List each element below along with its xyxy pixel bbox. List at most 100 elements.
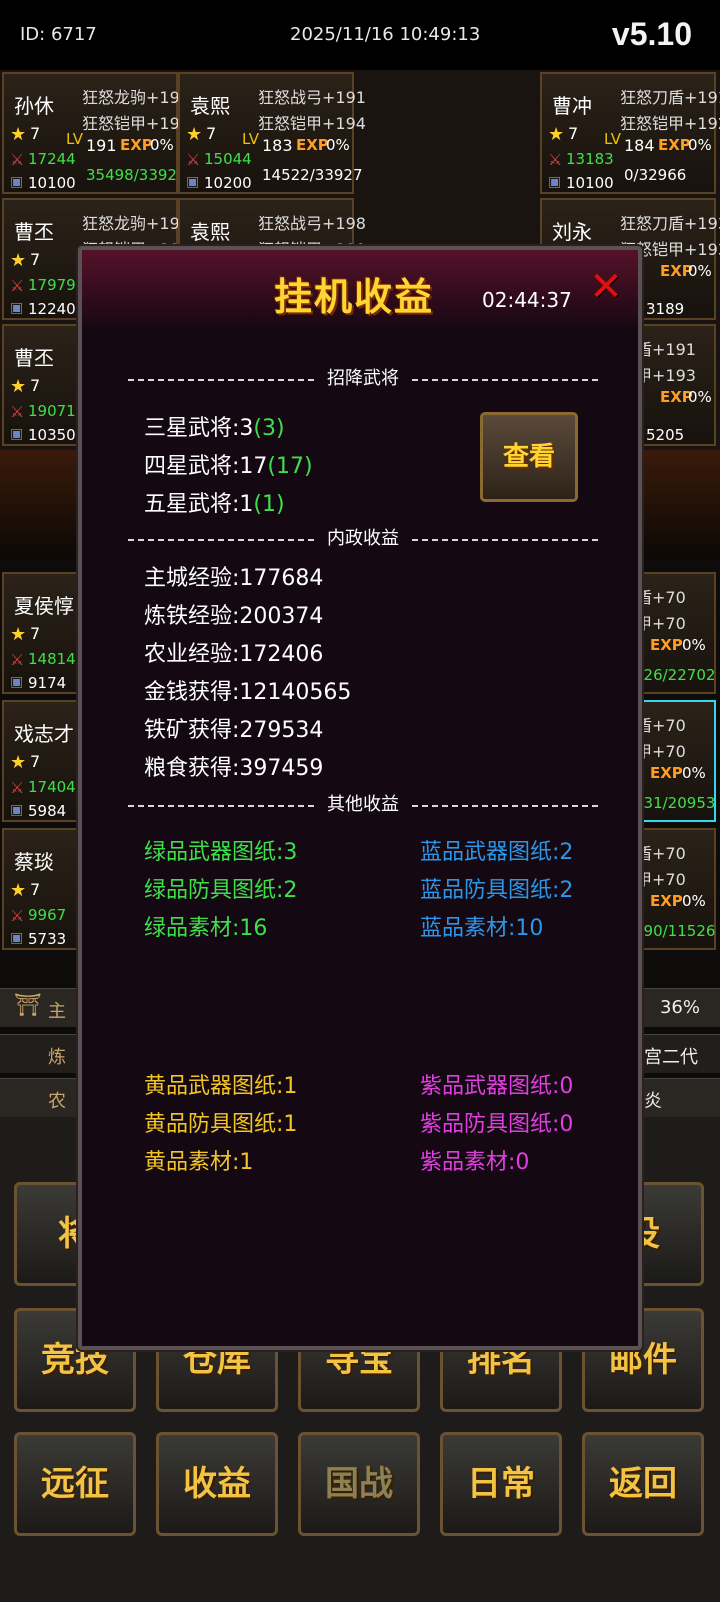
equip-1: 狂怒刀盾+193	[620, 214, 720, 233]
domestic-item: 主城经验:177684	[144, 566, 324, 591]
star-count: 7	[30, 624, 41, 643]
attack-value: 14814	[28, 650, 76, 668]
star-count: 7	[206, 124, 217, 143]
exp-progress: 526/22702	[634, 666, 716, 684]
hero-name: 刘永	[552, 220, 592, 244]
star-count: 7	[30, 880, 41, 899]
hero-name: 曹丕	[14, 346, 54, 370]
city-icon: ⛩	[14, 993, 42, 1018]
close-icon[interactable]: ✕	[588, 267, 624, 307]
menu-button-back[interactable]: 返回	[582, 1432, 704, 1536]
armor-icon: ▣	[10, 802, 24, 818]
defense-value: 5205	[646, 426, 685, 444]
timestamp: 2025/11/16 10:49:13	[290, 24, 481, 45]
star-count: 7	[30, 752, 41, 771]
hero-name: 袁熙	[190, 220, 230, 244]
star-count: 7	[30, 376, 41, 395]
sword-icon: ⚔	[10, 906, 25, 925]
star-icon: ★	[10, 624, 27, 645]
exp-label: EXP	[650, 892, 683, 910]
three-star-line: 三星武将:3(3)	[144, 410, 285, 442]
sword-icon: ⚔	[10, 778, 25, 797]
five-star-line: 五星武将:1(1)	[144, 486, 285, 518]
yellow-loot-item: 黄品素材:1	[144, 1150, 254, 1175]
domestic-item: 炼铁经验:200374	[144, 604, 324, 629]
star-icon: ★	[10, 250, 27, 271]
four-star-count: 四星武将:17	[144, 454, 268, 479]
attack-value: 17404	[28, 778, 76, 796]
idle-timer: 02:44:37	[482, 288, 572, 312]
section-header-domestic: 内政收益	[128, 526, 598, 552]
four-star-new: (17)	[267, 454, 313, 479]
lv-label: LV	[604, 130, 621, 148]
status-row2-label: 炼	[48, 1047, 66, 1068]
armor-icon: ▣	[10, 174, 24, 190]
attack-value: 17979	[28, 276, 76, 294]
exp-progress: 0/32966	[624, 166, 687, 184]
exp-value: 0%	[150, 136, 174, 154]
attack-value: 17244	[28, 150, 76, 168]
lv-label: LV	[242, 130, 259, 148]
exp-value: 0%	[688, 388, 712, 406]
star-count: 7	[30, 124, 41, 143]
defense-value: 10200	[204, 174, 252, 192]
menu-button-expedition[interactable]: 远征	[14, 1432, 136, 1536]
defense-value: 10100	[566, 174, 614, 192]
hero-card[interactable]: 曹冲 狂怒刀盾+191 狂怒铠甲+192 ★ 7 LV 184 EXP 0% ⚔…	[540, 72, 720, 194]
four-star-line: 四星武将:17(17)	[144, 448, 313, 480]
domestic-item: 铁矿获得:279534	[144, 718, 324, 743]
equip-1: 狂怒龙驹+193	[82, 88, 190, 107]
sword-icon: ⚔	[10, 402, 25, 421]
defense-value: 10100	[28, 174, 76, 192]
star-icon: ★	[10, 124, 27, 145]
exp-progress: 731/20953	[634, 794, 716, 812]
exp-label: EXP	[658, 136, 691, 154]
armor-icon: ▣	[10, 674, 24, 690]
equip-2: 狂怒铠甲+192	[82, 114, 190, 133]
view-button[interactable]: 查看	[480, 412, 578, 502]
yellow-loot-item: 黄品武器图纸:1	[144, 1074, 298, 1099]
equip-1: 狂怒龙驹+191	[82, 214, 190, 233]
armor-icon: ▣	[10, 300, 24, 316]
attack-value: 19071	[28, 402, 76, 420]
level: 183	[262, 136, 293, 155]
exp-progress: 14522/33927	[262, 166, 363, 184]
dialog-title: 挂机收益	[274, 274, 435, 319]
status-bar: ID: 6717 2025/11/16 10:49:13 v5.10	[0, 0, 720, 70]
lv-label: LV	[66, 130, 83, 148]
idle-income-dialog: 挂机收益 02:44:37 ✕ 招降武将 三星武将:3(3) 四星武将:17(1…	[78, 246, 642, 1350]
status-row3-right: 炎	[644, 1091, 662, 1112]
domestic-item: 农业经验:172406	[144, 642, 324, 667]
sword-icon: ⚔	[10, 650, 25, 669]
sword-icon: ⚔	[548, 150, 563, 169]
exp-value: 0%	[688, 262, 712, 280]
menu-button-nation-war[interactable]: 国战	[298, 1432, 420, 1536]
exp-label: EXP	[296, 136, 329, 154]
status-main-label: 主	[48, 1001, 66, 1022]
hero-card[interactable]: 袁熙 狂怒战弓+191 狂怒铠甲+194 ★ 7 LV 183 EXP 0% ⚔…	[178, 72, 366, 194]
equip-1: 狂怒刀盾+191	[620, 88, 720, 107]
star-icon: ★	[548, 124, 565, 145]
player-id: ID: 6717	[20, 24, 97, 45]
purple-loot-item: 紫品素材:0	[420, 1150, 530, 1175]
hero-name: 戏志才	[14, 722, 74, 746]
version-label: v5.10	[611, 16, 692, 52]
star-icon: ★	[10, 880, 27, 901]
section-header-recruited: 招降武将	[128, 366, 598, 392]
menu-button-daily[interactable]: 日常	[440, 1432, 562, 1536]
armor-icon: ▣	[10, 930, 24, 946]
green-loot-item: 绿品素材:16	[144, 916, 268, 941]
five-star-count: 五星武将:1	[144, 492, 254, 517]
blue-loot-item: 蓝品武器图纸:2	[420, 840, 574, 865]
armor-icon: ▣	[10, 426, 24, 442]
equip-2: 狂怒铠甲+194	[258, 114, 366, 133]
blue-loot-item: 蓝品素材:10	[420, 916, 544, 941]
purple-loot-item: 紫品武器图纸:0	[420, 1074, 574, 1099]
exp-value: 0%	[688, 136, 712, 154]
star-icon: ★	[10, 376, 27, 397]
status-percent: 36%	[659, 997, 700, 1018]
menu-button-income[interactable]: 收益	[156, 1432, 278, 1536]
green-loot-item: 绿品武器图纸:3	[144, 840, 298, 865]
exp-label: EXP	[120, 136, 153, 154]
hero-card[interactable]: 孙休 狂怒龙驹+193 狂怒铠甲+192 ★ 7 191 LV EXP 0% ⚔…	[2, 72, 190, 194]
